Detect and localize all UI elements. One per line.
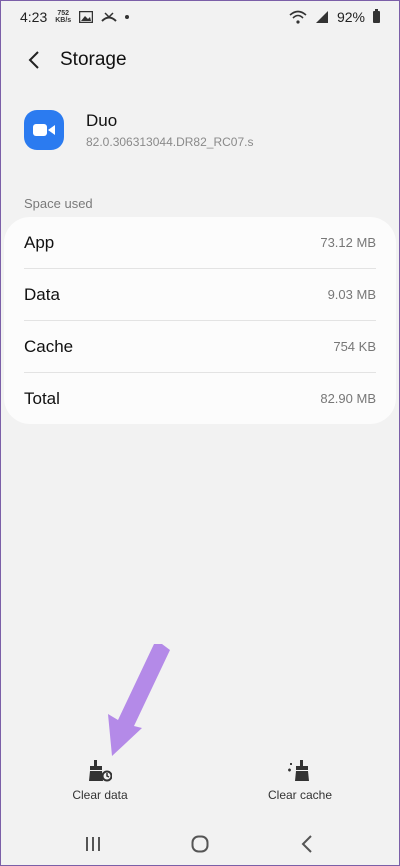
row-label: Data — [24, 284, 60, 304]
status-bar: 4:23 752 KB/s 92% — [0, 0, 400, 34]
wifi-icon — [289, 10, 307, 24]
action-bar: Clear data Clear cache — [0, 760, 400, 816]
row-value: 9.03 MB — [327, 287, 376, 302]
video-camera-icon — [33, 124, 55, 136]
clear-data-icon — [89, 760, 112, 782]
duo-app-icon — [24, 110, 64, 150]
storage-card: App 73.12 MB Data 9.03 MB Cache 754 KB T… — [4, 217, 396, 424]
row-label: Total — [24, 388, 60, 408]
row-label: Cache — [24, 336, 74, 356]
recents-icon — [86, 837, 101, 851]
net-speed-unit: KB/s — [55, 17, 72, 24]
app-version: 82.0.306313044.DR82_RC07.s — [86, 135, 254, 149]
net-speed-value: 752 — [57, 10, 70, 17]
signal-icon — [315, 11, 328, 23]
row-value: 82.90 MB — [320, 391, 376, 406]
row-value: 73.12 MB — [320, 235, 376, 250]
storage-row-data: Data 9.03 MB — [24, 269, 376, 321]
app-text: Duo 82.0.306313044.DR82_RC07.s — [86, 111, 253, 149]
missed-call-icon — [101, 12, 117, 22]
status-right: 92% — [289, 9, 380, 25]
net-speed: 752 KB/s — [55, 10, 71, 24]
clear-data-label: Clear data — [72, 788, 128, 802]
app-bar: Storage — [0, 40, 400, 80]
app-name: Duo — [86, 111, 118, 130]
status-time: 4:23 — [20, 9, 48, 25]
storage-row-app: App 73.12 MB — [24, 217, 376, 269]
nav-back-button[interactable] — [287, 829, 327, 859]
row-value: 754 KB — [333, 339, 376, 354]
clear-cache-label: Clear cache — [267, 788, 333, 802]
battery-icon — [373, 9, 380, 23]
clear-cache-button[interactable]: Clear cache — [230, 760, 370, 816]
page-title: Storage — [60, 49, 127, 70]
back-button[interactable] — [22, 48, 46, 72]
annotation-arrow — [108, 644, 170, 756]
storage-row-cache: Cache 754 KB — [24, 321, 376, 373]
gallery-notification-icon — [79, 11, 94, 23]
chevron-left-icon — [28, 51, 39, 69]
storage-row-total: Total 82.90 MB — [24, 373, 376, 424]
battery-percent: 92% — [336, 9, 365, 25]
space-used-label: Space used — [24, 196, 93, 211]
navigation-bar — [0, 826, 400, 862]
status-left: 4:23 752 KB/s — [20, 9, 130, 25]
home-icon — [191, 835, 209, 853]
home-button[interactable] — [180, 829, 220, 859]
clear-data-button[interactable]: Clear data — [30, 760, 170, 816]
recents-button[interactable] — [73, 829, 113, 859]
back-icon — [301, 835, 312, 853]
row-label: App — [24, 232, 55, 252]
clear-cache-icon — [288, 760, 309, 781]
app-info: Duo 82.0.306313044.DR82_RC07.s — [24, 110, 376, 150]
more-notifications-dot — [125, 15, 130, 19]
